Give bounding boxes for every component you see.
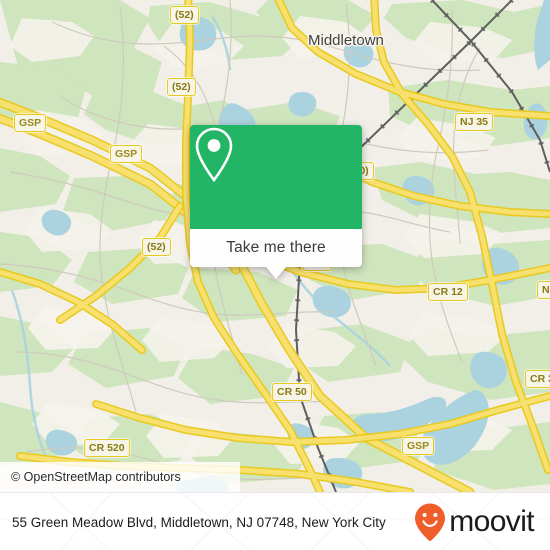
road-shield[interactable]: (52)	[142, 238, 171, 256]
road-shield[interactable]: CR 12	[428, 283, 468, 301]
road-shield[interactable]: NJ 35	[455, 113, 494, 131]
road-shield[interactable]: CR 3	[525, 370, 550, 388]
footer-bar: 55 Green Meadow Blvd, Middletown, NJ 077…	[0, 492, 550, 550]
take-me-there-button[interactable]: Take me there	[190, 229, 362, 267]
moovit-logo[interactable]: moovit	[413, 502, 538, 542]
moovit-smiley-pin-icon	[415, 503, 446, 542]
popup-header	[190, 125, 362, 229]
road-shield[interactable]: N	[537, 281, 550, 299]
road-shield[interactable]: GSP	[14, 114, 47, 132]
moovit-map-screen: Middletown (52) (52) GSP GSP NJ 35 (50) …	[0, 0, 550, 550]
road-shield[interactable]: (52)	[167, 78, 196, 96]
moovit-wordmark: moovit	[449, 505, 534, 538]
attribution-text: © OpenStreetMap contributors	[11, 470, 181, 484]
map-pin-icon	[195, 127, 233, 183]
popup-tail	[266, 267, 286, 279]
location-popup-card[interactable]: Take me there	[190, 125, 362, 279]
address-text: 55 Green Meadow Blvd, Middletown, NJ 077…	[12, 515, 386, 530]
road-shield[interactable]: CR 520	[84, 439, 130, 457]
take-me-there-label: Take me there	[226, 239, 326, 256]
road-shield[interactable]: GSP	[110, 145, 143, 163]
place-label-middletown: Middletown	[308, 32, 384, 49]
road-shield[interactable]: (52)	[170, 6, 199, 24]
road-shield[interactable]: CR 50	[272, 383, 312, 401]
road-shield[interactable]: GSP	[402, 437, 435, 455]
map-canvas[interactable]: Middletown (52) (52) GSP GSP NJ 35 (50) …	[0, 0, 550, 492]
map-attribution[interactable]: © OpenStreetMap contributors	[0, 462, 240, 492]
